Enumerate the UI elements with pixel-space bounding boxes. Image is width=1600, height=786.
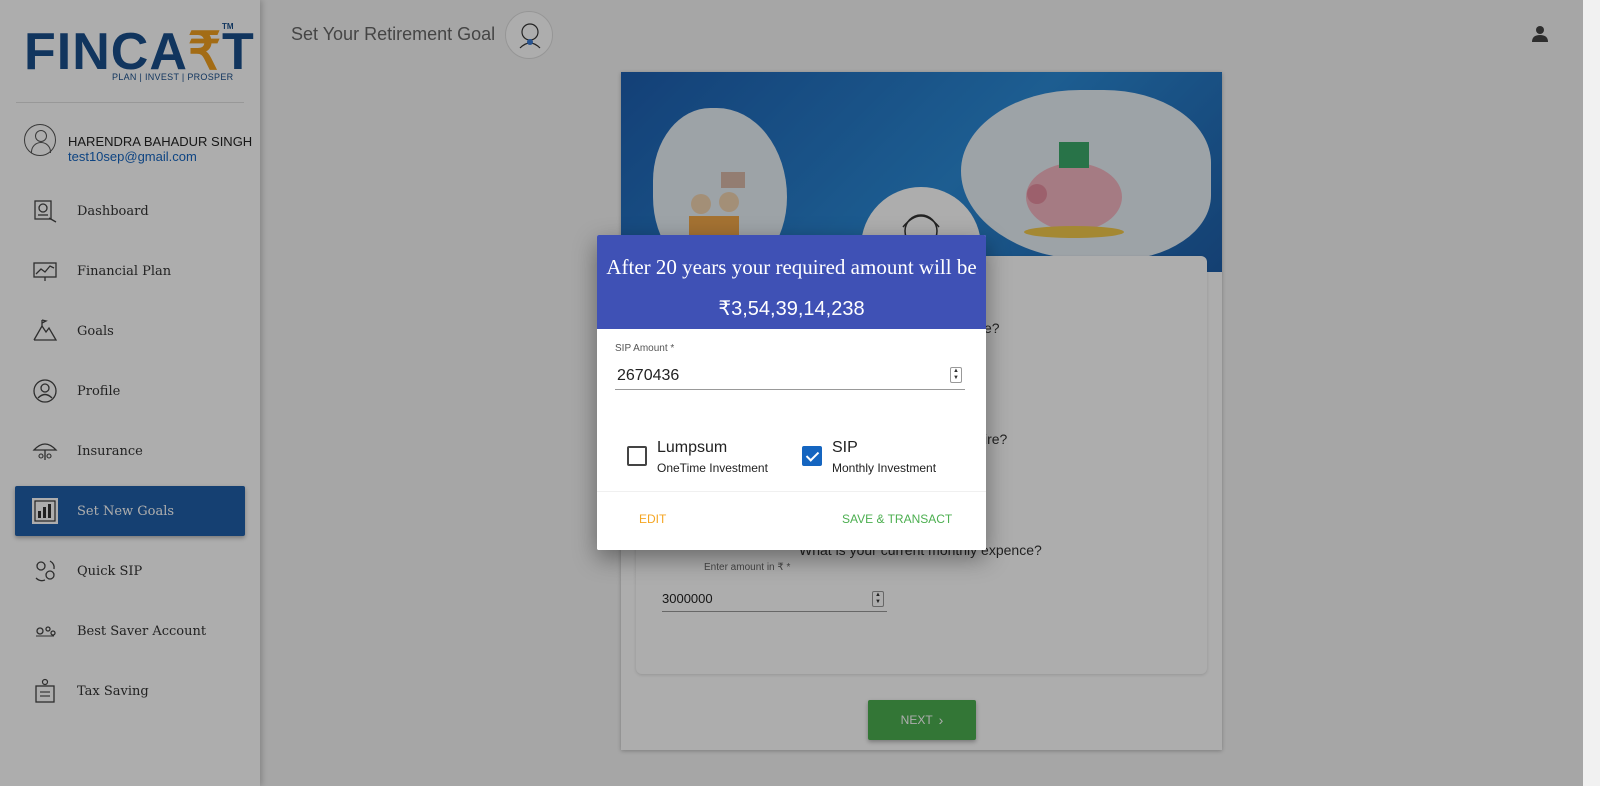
lumpsum-checkbox[interactable] bbox=[627, 446, 647, 466]
result-dialog: After 20 years your required amount will… bbox=[597, 235, 986, 550]
sip-checkbox[interactable] bbox=[802, 446, 822, 466]
sip-amount-label: SIP Amount * bbox=[615, 343, 675, 354]
save-transact-button[interactable]: SAVE & TRANSACT bbox=[842, 512, 952, 526]
option-title: SIP bbox=[832, 439, 858, 456]
page-scrollbar[interactable] bbox=[1583, 0, 1600, 786]
edit-button[interactable]: EDIT bbox=[639, 512, 666, 526]
dialog-actions: EDIT SAVE & TRANSACT bbox=[597, 491, 986, 550]
sip-amount-underline bbox=[615, 389, 965, 390]
dialog-body: SIP Amount * 2670436 ▲ ▼ Lumpsum OneTime … bbox=[597, 329, 986, 491]
dialog-header: After 20 years your required amount will… bbox=[597, 235, 986, 329]
option-subtitle: Monthly Investment bbox=[832, 461, 937, 475]
sip-amount-stepper[interactable]: ▲ ▼ bbox=[950, 367, 962, 383]
option-title: Lumpsum bbox=[657, 439, 728, 456]
dialog-title: After 20 years your required amount will… bbox=[606, 255, 977, 279]
sip-amount-input[interactable]: 2670436 bbox=[617, 367, 679, 385]
option-subtitle: OneTime Investment bbox=[657, 461, 768, 475]
required-amount: ₹3,54,39,14,238 bbox=[718, 298, 865, 320]
